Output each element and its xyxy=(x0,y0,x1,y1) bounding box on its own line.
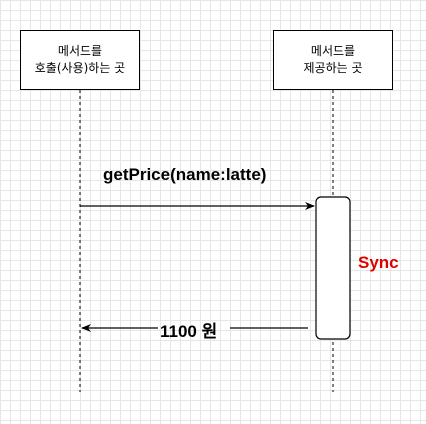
caller-participant-line1: 메서드를 xyxy=(57,44,103,58)
caller-participant: 메서드를 호출(사용)하는 곳 xyxy=(20,30,140,90)
provider-participant: 메서드를 제공하는 곳 xyxy=(273,30,393,90)
activation-bar xyxy=(315,196,351,340)
provider-participant-line1: 메서드를 xyxy=(310,44,356,58)
sync-label: Sync xyxy=(358,253,399,272)
caller-participant-line2: 호출(사용)하는 곳 xyxy=(34,61,126,75)
reply-message-label: 1100 원 xyxy=(160,322,218,341)
provider-participant-line2: 제공하는 곳 xyxy=(303,61,363,75)
call-message-label: getPrice(name:latte) xyxy=(103,165,267,184)
